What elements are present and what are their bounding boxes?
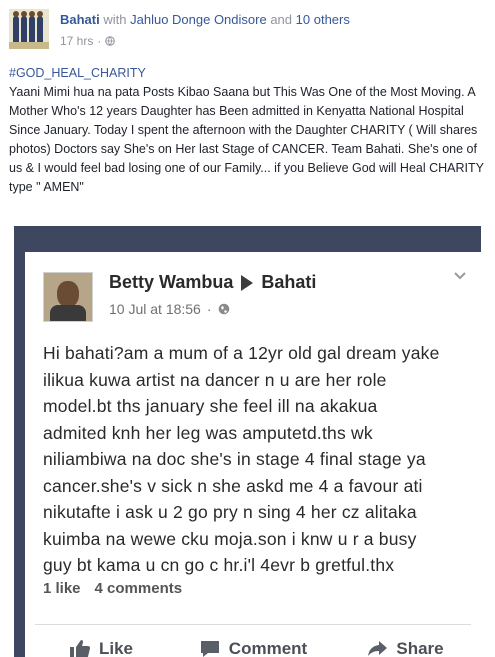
screenshot-message: Hi bahati?am a mum of a 12yr old gal dre… [43, 343, 440, 575]
thumbs-up-icon [69, 639, 91, 657]
triangle-arrow-icon [241, 274, 254, 291]
author-name-link[interactable]: Bahati [60, 12, 100, 27]
avatar-ground [9, 42, 49, 49]
avatar-face [57, 281, 79, 307]
screenshot-card: Betty Wambua Bahati 10 Jul at 18:56 · Hi… [25, 252, 481, 657]
and-text: and [270, 12, 293, 27]
post-photo[interactable]: Betty Wambua Bahati 10 Jul at 18:56 · Hi… [14, 226, 481, 657]
others-link[interactable]: 10 others [296, 12, 350, 27]
screenshot-counts: 1 like 4 comments [43, 580, 182, 597]
with-text: with [103, 12, 127, 27]
screenshot-date: 10 Jul at 18:56 [109, 301, 201, 317]
hashtag-link[interactable]: #GOD_HEAL_CHARITY [9, 64, 487, 83]
screenshot-meta-separator: · [206, 301, 212, 317]
screenshot-author-name: Betty Wambua [109, 272, 234, 292]
author-avatar[interactable] [9, 9, 49, 49]
comment-bubble-icon [200, 640, 219, 657]
screenshot-author-line: Betty Wambua Bahati [109, 272, 316, 293]
post-header: Bahati with Jahluo Donge Ondisore and 10… [0, 0, 495, 60]
globe-icon [218, 303, 229, 315]
share-label: Share [396, 638, 444, 657]
screenshot-like-action: Like [25, 625, 177, 657]
avatar-shirt [50, 305, 86, 321]
post-meta: 17 hrs · [60, 34, 116, 48]
post-text: Yaani Mimi hua na pata Posts Kibao Saana… [9, 85, 484, 194]
comment-label: Comment [228, 638, 308, 657]
screenshot-meta: 10 Jul at 18:56 · [109, 301, 230, 317]
screenshot-target-name: Bahati [261, 272, 317, 292]
chevron-down-icon [454, 272, 466, 280]
globe-icon[interactable] [105, 36, 116, 46]
meta-separator: · [97, 34, 102, 48]
share-arrow-icon [368, 640, 388, 656]
like-label: Like [98, 638, 134, 657]
screenshot-comment-action: Comment [177, 625, 329, 657]
post-body: #GOD_HEAL_CHARITY Yaani Mimi hua na pata… [9, 64, 487, 197]
likes-count: 1 like [43, 580, 81, 597]
tagged-person-link[interactable]: Jahluo Donge Ondisore [130, 12, 267, 27]
post-timestamp[interactable]: 17 hrs [60, 34, 93, 48]
screenshot-author-avatar [43, 272, 93, 322]
screenshot-share-action: Share [329, 625, 481, 657]
screenshot-action-bar: Like Comment Share [25, 625, 481, 657]
author-line: Bahati with Jahluo Donge Ondisore and 10… [60, 12, 350, 27]
comments-count: 4 comments [94, 580, 183, 597]
